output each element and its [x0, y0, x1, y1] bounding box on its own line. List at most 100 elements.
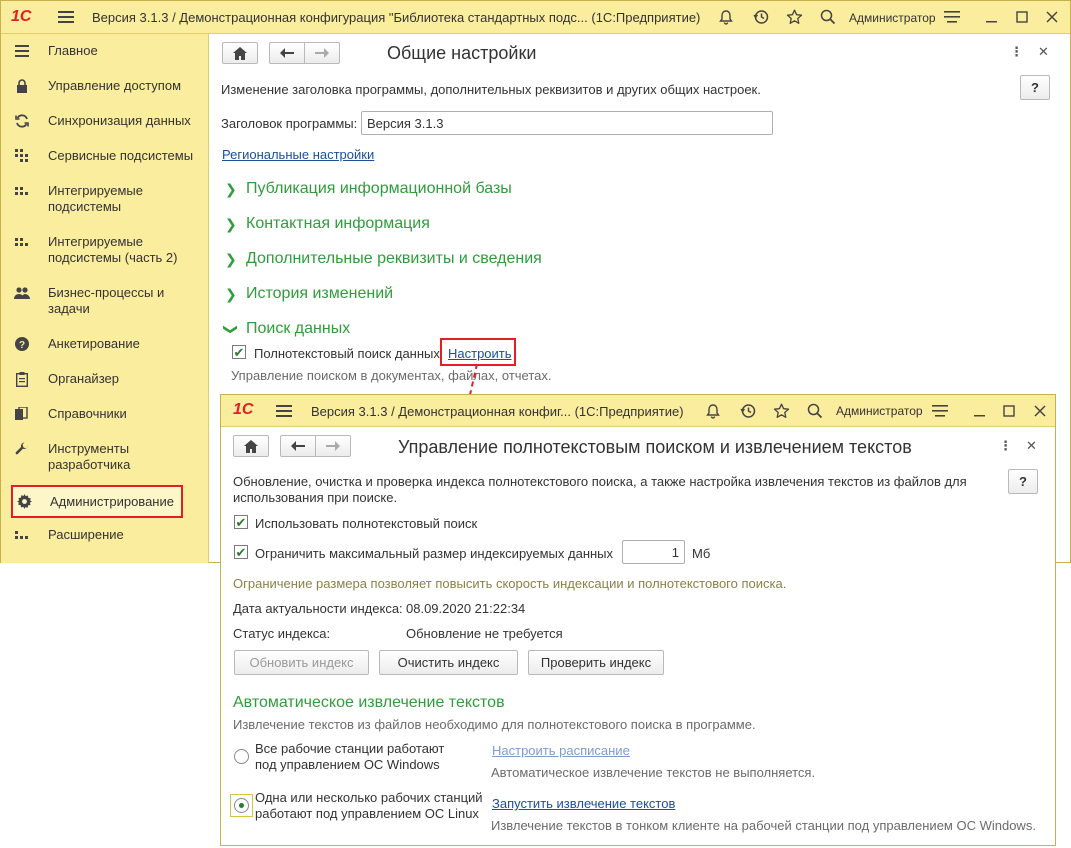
caption-field[interactable]: Версия 3.1.3 — [361, 111, 773, 135]
option-linux-label: Одна или несколько рабочих станций работ… — [255, 790, 483, 821]
blocks-icon — [13, 527, 31, 543]
forward-button[interactable] — [315, 435, 351, 457]
option-windows-radio[interactable] — [234, 749, 249, 764]
sidebar-item-label: Органайзер — [48, 371, 119, 386]
more-icon[interactable]: ⋮ — [1010, 44, 1023, 60]
group-additional-attributes[interactable]: ❯ Дополнительные реквизиты и сведения — [225, 250, 542, 268]
question-icon: ? — [13, 336, 31, 352]
limit-size-field[interactable]: 1 — [622, 540, 685, 564]
history-icon[interactable] — [739, 402, 757, 420]
sidebar-item-business-processes[interactable]: Бизнес-процессы и задачи — [13, 285, 183, 317]
app-logo: 1С — [233, 401, 254, 418]
arrow-right-icon — [315, 48, 329, 58]
sidebar-item-catalogs[interactable]: Справочники — [13, 406, 200, 422]
bell-icon[interactable] — [704, 402, 722, 420]
forward-button[interactable] — [304, 42, 340, 64]
help-button[interactable]: ? — [1008, 469, 1038, 494]
close-icon[interactable] — [1043, 8, 1061, 26]
update-index-button[interactable]: Обновить индекс — [234, 650, 369, 675]
maximize-icon[interactable] — [1000, 402, 1018, 420]
sidebar-item-administration[interactable]: Администрирование — [11, 485, 183, 518]
use-fulltext-checkbox[interactable]: ✔ — [234, 515, 248, 529]
sidebar-item-main[interactable]: Главное — [13, 43, 200, 59]
group-publication[interactable]: ❯ Публикация информационной базы — [225, 180, 512, 198]
sidebar-item-sync[interactable]: Синхронизация данных — [13, 113, 200, 129]
sidebar-item-integrated[interactable]: Интегрируемые подсистемы — [13, 183, 153, 215]
help-button[interactable]: ? — [1020, 75, 1050, 100]
back-button[interactable] — [280, 435, 316, 457]
hamburger-icon — [13, 43, 31, 59]
more-icon[interactable]: ⋮ — [999, 438, 1012, 454]
window-title: Версия 3.1.3 / Демонстрационная конфиг..… — [311, 404, 684, 419]
regional-settings-link[interactable]: Региональные настройки — [222, 147, 374, 162]
status-label: Статус индекса: — [233, 626, 331, 641]
sidebar-item-integrated-2[interactable]: Интегрируемые подсистемы (часть 2) — [13, 234, 193, 266]
sidebar-item-label: Интегрируемые подсистемы — [48, 183, 143, 214]
sidebar-item-dev-tools[interactable]: Инструменты разработчика — [13, 441, 163, 473]
search-icon[interactable] — [806, 402, 824, 420]
limit-size-label: Ограничить максимальный размер индексиру… — [255, 546, 614, 561]
home-icon — [244, 439, 258, 453]
sidebar-item-extension[interactable]: Расширение — [13, 527, 200, 543]
home-button[interactable] — [222, 42, 258, 64]
home-icon — [233, 46, 247, 60]
sidebar-item-organizer[interactable]: Органайзер — [13, 371, 200, 387]
popup-titlebar: 1С Версия 3.1.3 / Демонстрационная конфи… — [221, 395, 1055, 427]
run-extract-link[interactable]: Запустить извлечение текстов — [492, 796, 675, 811]
schedule-link[interactable]: Настроить расписание — [492, 743, 630, 758]
fulltext-checkbox[interactable]: ✔ — [232, 345, 246, 359]
sidebar-item-label: Сервисные подсистемы — [48, 148, 194, 163]
home-button[interactable] — [233, 435, 269, 457]
settings-lines-icon[interactable] — [931, 402, 949, 420]
schedule-hint: Автоматическое извлечение текстов не вып… — [491, 765, 816, 780]
sidebar-item-access[interactable]: Управление доступом — [13, 78, 200, 94]
option-linux-radio[interactable] — [234, 798, 249, 813]
limit-size-checkbox[interactable]: ✔ — [234, 545, 248, 559]
menu-icon[interactable] — [275, 402, 293, 420]
search-icon[interactable] — [819, 8, 837, 26]
auto-extract-title: Автоматическое извлечение текстов — [233, 694, 505, 711]
chart-icon — [13, 183, 31, 199]
back-button[interactable] — [269, 42, 305, 64]
sidebar-item-service[interactable]: Сервисные подсистемы — [13, 148, 200, 164]
clear-index-button[interactable]: Очистить индекс — [379, 650, 518, 675]
group-data-search[interactable]: ❯ Поиск данных — [224, 320, 351, 338]
group-contact-info[interactable]: ❯ Контактная информация — [225, 215, 430, 233]
sidebar-item-label: Интегрируемые подсистемы (часть 2) — [48, 234, 178, 265]
configure-link[interactable]: Настроить — [448, 346, 512, 361]
popup-form-title: Управление полнотекстовым поиском и извл… — [398, 437, 912, 457]
settings-lines-icon[interactable] — [943, 8, 961, 26]
star-icon[interactable] — [772, 402, 790, 420]
history-icon[interactable] — [752, 8, 770, 26]
sidebar-item-label: Управление доступом — [48, 78, 182, 93]
chevron-right-icon: ❯ — [225, 285, 237, 302]
minimize-icon[interactable] — [983, 8, 1001, 26]
menu-icon[interactable] — [57, 8, 75, 26]
popup-window: 1С Версия 3.1.3 / Демонстрационная конфи… — [220, 394, 1056, 846]
sidebar-item-label: Главное — [48, 43, 98, 58]
caption-label: Заголовок программы: — [221, 116, 358, 131]
minimize-icon[interactable] — [971, 402, 989, 420]
chevron-right-icon: ❯ — [225, 180, 237, 197]
check-index-button[interactable]: Проверить индекс — [528, 650, 664, 675]
bell-icon[interactable] — [717, 8, 735, 26]
run-extract-hint: Извлечение текстов в тонком клиенте на р… — [491, 818, 1036, 833]
maximize-icon[interactable] — [1013, 8, 1031, 26]
actuality-label: Дата актуальности индекса: — [233, 601, 403, 616]
group-label: Контактная информация — [246, 215, 430, 232]
option-windows-label: Все рабочие станции работают под управле… — [255, 741, 445, 772]
limit-size-unit: Мб — [692, 546, 711, 561]
user-name[interactable]: Администратор — [836, 404, 923, 418]
form-close-icon[interactable]: ✕ — [1026, 438, 1037, 454]
close-icon[interactable] — [1031, 402, 1049, 420]
form-close-icon[interactable]: ✕ — [1038, 44, 1049, 60]
chart-icon — [13, 234, 31, 250]
group-label: История изменений — [246, 285, 394, 302]
sidebar-item-questionnaire[interactable]: ? Анкетирование — [13, 336, 200, 352]
books-icon — [13, 406, 31, 422]
group-change-history[interactable]: ❯ История изменений — [225, 285, 393, 303]
sidebar-item-label: Справочники — [48, 406, 127, 421]
actuality-value: 08.09.2020 21:22:34 — [406, 601, 526, 616]
star-icon[interactable] — [785, 8, 803, 26]
user-name[interactable]: Администратор — [849, 11, 936, 25]
